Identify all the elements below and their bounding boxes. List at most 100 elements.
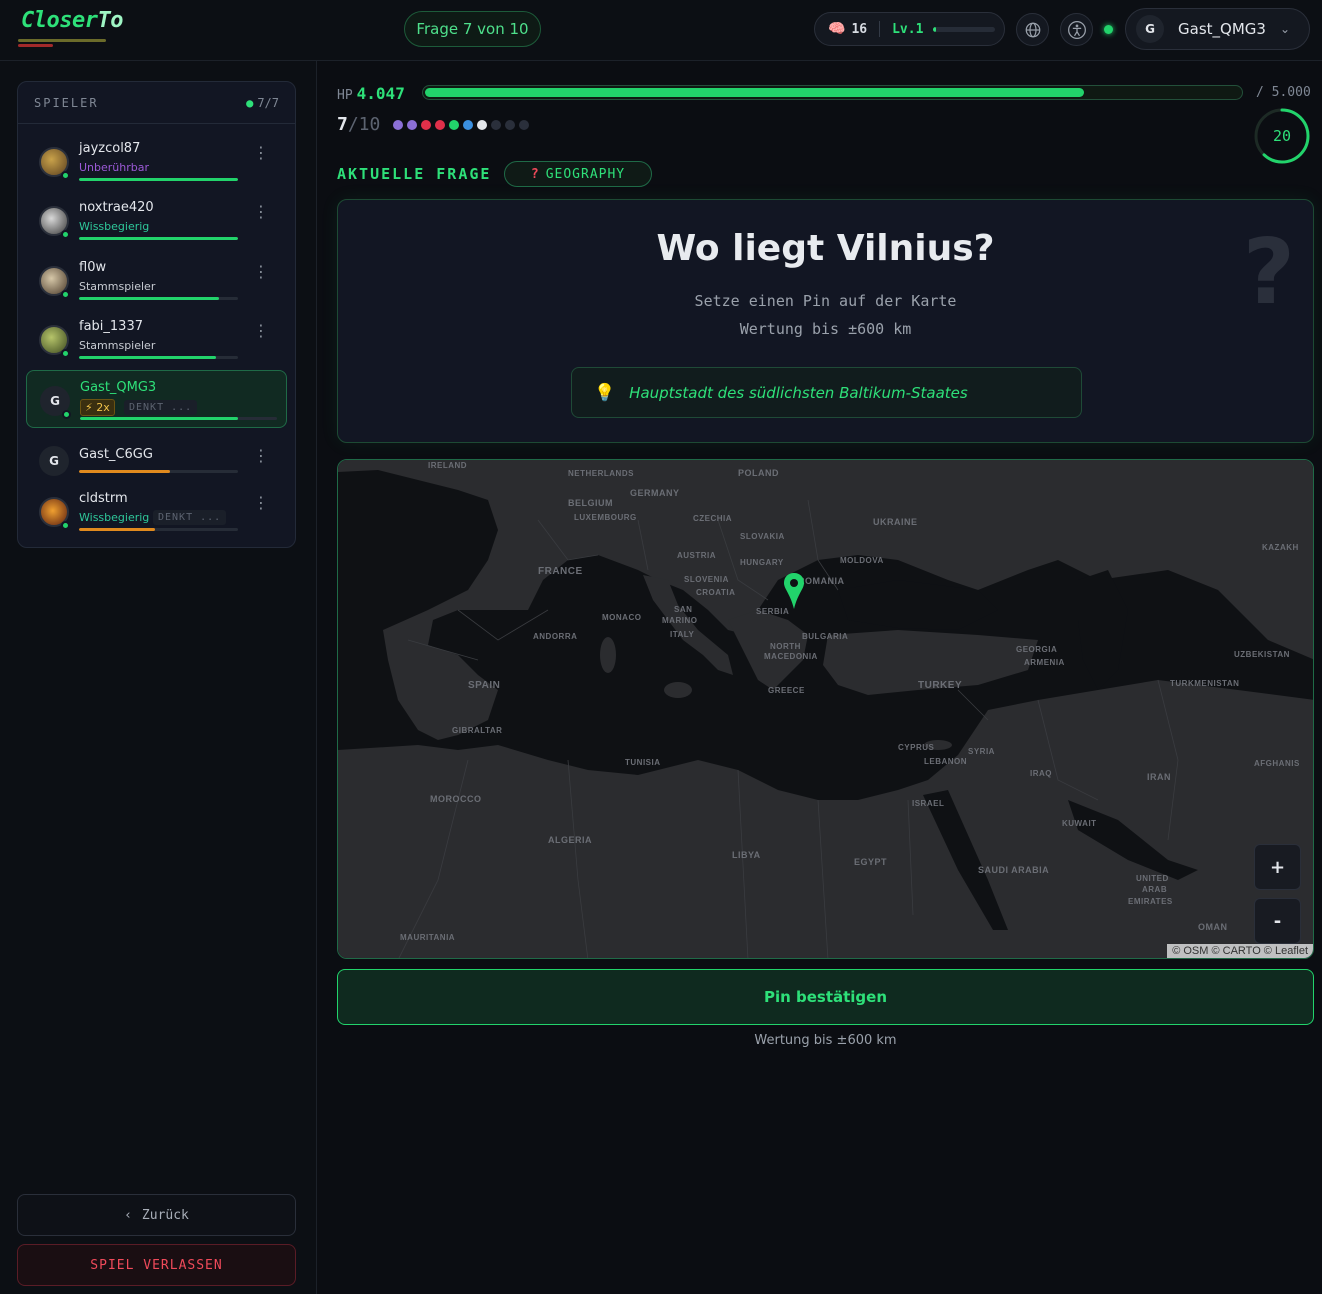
- xp-progress-fill: [933, 26, 936, 32]
- round-dot: [477, 120, 487, 130]
- map-label: AUSTRIA: [677, 551, 716, 560]
- player-name: fl0w: [79, 260, 107, 275]
- leave-game-button[interactable]: SPIEL VERLASSEN: [17, 1244, 296, 1286]
- more-vertical-icon[interactable]: ⋮: [253, 204, 269, 220]
- map-label: SAUDI ARABIA: [978, 865, 1049, 875]
- multiplier-badge: ⚡ 2x: [80, 399, 115, 416]
- level-label: Lv.1: [892, 21, 924, 37]
- map-label: GERMANY: [630, 488, 680, 498]
- player-title: Stammspieler: [79, 339, 156, 352]
- map-label: GEORGIA: [1016, 645, 1057, 654]
- player-row[interactable]: noxtrae420 Wissbegierig ⋮: [26, 191, 287, 249]
- zoom-out-button[interactable]: -: [1254, 898, 1301, 944]
- accessibility-icon: [1067, 20, 1086, 39]
- user-name: Gast_QMG3: [1178, 20, 1266, 38]
- online-status-dot: [1104, 25, 1113, 34]
- player-name: noxtrae420: [79, 200, 154, 215]
- round-dot: [463, 120, 473, 130]
- online-dot: [61, 171, 70, 180]
- back-button[interactable]: ‹ Zurück: [17, 1194, 296, 1236]
- player-row-current-user[interactable]: G Gast_QMG3 ⚡ 2x DENKT ...: [26, 370, 287, 428]
- map-label: ANDORRA: [533, 632, 577, 641]
- round-dot: [393, 120, 403, 130]
- map-label: MOROCCO: [430, 794, 482, 804]
- map-pin-icon: [784, 573, 804, 609]
- round-dot: [421, 120, 431, 130]
- logo-text-part1: Closer: [21, 8, 98, 33]
- player-hp-bar: [80, 417, 277, 420]
- player-hp-fill: [80, 417, 238, 420]
- player-hp-fill: [79, 178, 238, 181]
- map-label: ARMENIA: [1024, 658, 1065, 667]
- player-row[interactable]: G Gast_C6GG ⋮: [26, 437, 287, 483]
- player-row[interactable]: jayzcol87 Unberührbar ⋮: [26, 132, 287, 190]
- player-title: Stammspieler: [79, 280, 156, 293]
- map-label: ITALY: [670, 630, 694, 639]
- map-label: MOLDOVA: [840, 556, 884, 565]
- online-dot: [61, 290, 70, 299]
- scoring-text: Wertung bis ±600 km: [739, 320, 912, 338]
- current-question-label: AKTUELLE FRAGE: [337, 165, 492, 183]
- language-button[interactable]: [1016, 13, 1049, 46]
- lightbulb-icon: 💡: [594, 382, 616, 403]
- hp-value: 4.047: [356, 84, 405, 103]
- more-vertical-icon[interactable]: ⋮: [253, 495, 269, 511]
- player-hp-bar: [79, 528, 238, 531]
- timer-value: 20: [1272, 127, 1292, 145]
- map-label: MONACO: [602, 613, 641, 622]
- logo-text-part2: To: [97, 8, 123, 33]
- question-mark-icon: ?: [530, 166, 540, 182]
- more-vertical-icon[interactable]: ⋮: [253, 145, 269, 161]
- map-label: TURKEY: [918, 680, 962, 691]
- instruction-text: Setze einen Pin auf der Karte: [694, 292, 957, 310]
- more-vertical-icon[interactable]: ⋮: [253, 448, 269, 464]
- map-canvas[interactable]: IRELAND NETHERLANDS POLAND BELGIUM GERMANY LU…: [337, 459, 1314, 959]
- player-name: fabi_1337: [79, 319, 143, 334]
- map-label: EMIRATES: [1128, 897, 1173, 906]
- question-card: ? Wo liegt Vilnius? Setze einen Pin auf …: [337, 199, 1314, 443]
- map-label: TURKMENISTAN: [1170, 679, 1239, 688]
- players-panel: SPIELER ● 7/7 jayzcol87 Unberührbar ⋮ nox…: [17, 81, 296, 548]
- user-avatar: G: [1136, 15, 1164, 43]
- map-label: UNITED: [1136, 874, 1169, 883]
- confirm-pin-button[interactable]: Pin bestätigen: [337, 969, 1314, 1025]
- player-hp-bar: [79, 237, 238, 240]
- more-vertical-icon[interactable]: ⋮: [253, 323, 269, 339]
- map-label: GREECE: [768, 686, 805, 695]
- map-label: SLOVENIA: [684, 575, 729, 584]
- map-label: FRANCE: [538, 566, 583, 577]
- player-name: Gast_QMG3: [80, 380, 157, 395]
- player-row[interactable]: cldstrm Wissbegierig DENKT ... ⋮: [26, 482, 287, 540]
- player-hp-bar: [79, 297, 238, 300]
- player-row[interactable]: fabi_1337 Stammspieler ⋮: [26, 310, 287, 368]
- hp-bar: [422, 85, 1243, 100]
- question-text: Wo liegt Vilnius?: [656, 228, 995, 269]
- hp-display: HP 4.047: [337, 84, 405, 103]
- map-labels: IRELAND NETHERLANDS POLAND BELGIUM GERMANY LU…: [400, 461, 1299, 942]
- map-attribution[interactable]: © OSM © CARTO © Leaflet: [1167, 944, 1313, 958]
- hint-text: Hauptstadt des südlichsten Baltikum-Staa…: [629, 383, 968, 402]
- hint-box: 💡 Hauptstadt des südlichsten Baltikum-St…: [571, 367, 1082, 418]
- player-hp-fill: [79, 237, 238, 240]
- sidebar: SPIELER ● 7/7 jayzcol87 Unberührbar ⋮ nox…: [0, 61, 317, 1294]
- map-label: LIBYA: [732, 850, 761, 860]
- map-label: IRAQ: [1030, 769, 1052, 778]
- level-pill[interactable]: 🧠 16 Lv.1: [814, 12, 1005, 46]
- round-dot: [407, 120, 417, 130]
- more-vertical-icon[interactable]: ⋮: [253, 264, 269, 280]
- round-dot: [519, 120, 529, 130]
- zoom-in-button[interactable]: +: [1254, 844, 1301, 890]
- thinking-status: DENKT ...: [124, 400, 198, 415]
- accessibility-button[interactable]: [1060, 13, 1093, 46]
- map-label: SYRIA: [968, 747, 995, 756]
- map-label: LEBANON: [924, 757, 967, 766]
- logo[interactable]: CloserTo: [18, 8, 123, 47]
- chevron-left-icon: ‹: [124, 1207, 132, 1223]
- player-row[interactable]: fl0w Stammspieler ⋮: [26, 251, 287, 309]
- xp-progress-bar: [933, 26, 996, 32]
- player-title: Wissbegierig: [79, 220, 150, 233]
- round-current: 7: [337, 114, 348, 135]
- category-label: GEOGRAPHY: [545, 166, 626, 182]
- user-menu[interactable]: G Gast_QMG3 ⌄: [1125, 8, 1310, 50]
- map-label: CYPRUS: [898, 743, 935, 752]
